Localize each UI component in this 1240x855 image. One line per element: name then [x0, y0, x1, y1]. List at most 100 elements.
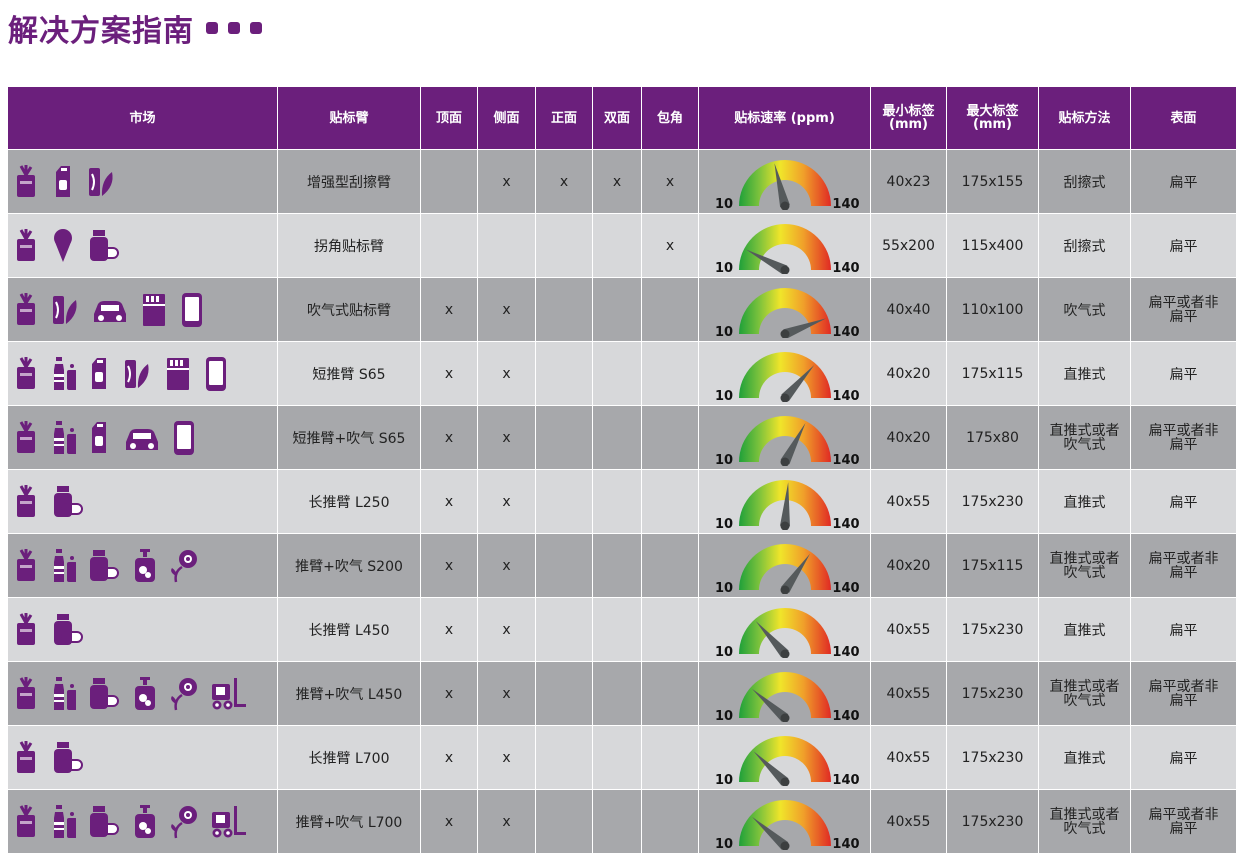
gauge-arc	[738, 607, 831, 654]
header-side: 侧面	[477, 87, 536, 150]
table-row: 推臂+吹气 L700 x x 10 140 40x55 175x230 直推式或者 吹气式 扁平或…	[7, 789, 1237, 853]
max-label-size: 175x230	[946, 789, 1039, 853]
gauge-max-label: 140	[832, 645, 859, 658]
pill-bottle-icon	[54, 741, 83, 773]
food-icon	[17, 740, 35, 773]
side-mark: x	[477, 725, 536, 790]
surface-value: 扁平或者非 扁平	[1130, 405, 1237, 470]
wrap-mark	[641, 469, 699, 534]
front-mark	[535, 789, 593, 853]
gauge-min-label: 10	[714, 773, 732, 786]
speed-cell: 10 140	[698, 149, 871, 214]
pill-bottle-icon	[90, 677, 119, 709]
gauge-arc	[738, 799, 831, 846]
header-front: 正面	[535, 87, 593, 150]
gauge-max-label: 140	[832, 837, 859, 850]
gauge-max-label: 140	[832, 517, 859, 530]
side-mark: x	[477, 597, 536, 662]
method-value: 直推式或者 吹气式	[1038, 405, 1131, 470]
front-mark	[535, 341, 593, 406]
header-surface: 表面	[1130, 87, 1237, 150]
surface-value: 扁平或者非 扁平	[1130, 533, 1237, 598]
surface-value: 扁平或者非 扁平	[1130, 789, 1237, 853]
front-mark	[535, 405, 593, 470]
table-row: 拐角贴标臂 x 10 140 55x200 115x400 刮擦式 扁平	[7, 213, 1237, 278]
forklift-icon	[212, 805, 246, 837]
flower-icon	[171, 677, 197, 710]
speed-cell: 10 140	[698, 725, 871, 790]
top-mark	[420, 213, 478, 278]
top-mark: x	[420, 277, 478, 342]
food-icon	[17, 484, 35, 517]
pill-bottle-icon	[54, 613, 83, 645]
market-icons	[9, 407, 277, 470]
min-label-size: 40x55	[870, 725, 947, 790]
arm-name: 长推臂 L700	[277, 725, 421, 790]
gauge-min-label: 10	[714, 325, 732, 338]
top-mark: x	[420, 405, 478, 470]
cigarette-pack-icon	[143, 293, 165, 326]
min-label-size: 40x20	[870, 341, 947, 406]
market-cell	[7, 341, 278, 406]
speed-cell: 10 140	[698, 341, 871, 406]
header-market: 市场	[7, 87, 278, 150]
food-icon	[17, 420, 35, 453]
surface-value: 扁平	[1130, 597, 1237, 662]
top-mark: x	[420, 789, 478, 853]
cosmetics-leaf-icon	[125, 359, 149, 388]
max-label-size: 110x100	[946, 277, 1039, 342]
side-mark: x	[477, 533, 536, 598]
method-value: 直推式	[1038, 341, 1131, 406]
arm-name: 推臂+吹气 S200	[277, 533, 421, 598]
double-mark	[592, 341, 642, 406]
method-line: 吹气式	[1063, 436, 1106, 453]
method-line: 吹气式	[1063, 692, 1106, 709]
gauge-max-label: 140	[832, 709, 859, 722]
header-speed: 贴标速率 (ppm)	[698, 87, 871, 150]
bottles-icon	[54, 676, 76, 710]
double-mark: x	[592, 149, 642, 214]
table-header-row: 市场 贴标臂 顶面 侧面 正面 双面 包角 贴标速率 (ppm) 最小标签 (mm…	[7, 87, 1237, 150]
top-mark: x	[420, 341, 478, 406]
market-cell	[7, 533, 278, 598]
table-row: 短推臂+吹气 S65 x x 10 140 40x20 175x80 直推式或者 吹气式 扁平或者…	[7, 405, 1237, 470]
page-header: 解决方案指南	[8, 8, 262, 49]
market-icons	[9, 535, 277, 598]
market-cell	[7, 277, 278, 342]
max-label-size: 175x115	[946, 341, 1039, 406]
pill-bottle-icon	[90, 229, 119, 261]
min-label-size: 40x55	[870, 469, 947, 534]
bottles-icon	[54, 420, 76, 454]
max-label-size: 175x230	[946, 725, 1039, 790]
double-mark	[592, 469, 642, 534]
market-cell	[7, 725, 278, 790]
wrap-mark	[641, 725, 699, 790]
double-mark	[592, 661, 642, 726]
gauge-min-label: 10	[714, 837, 732, 850]
speed-gauge: 10 140	[714, 607, 859, 658]
arm-name: 短推臂 S65	[277, 341, 421, 406]
speed-gauge: 10 140	[714, 415, 859, 466]
gauge-min-label: 10	[714, 197, 732, 210]
front-mark: x	[535, 149, 593, 214]
gauge-arc	[738, 351, 831, 398]
arm-name: 推臂+吹气 L450	[277, 661, 421, 726]
speed-gauge: 10 140	[714, 479, 859, 530]
min-label-size: 40x55	[870, 597, 947, 662]
double-mark	[592, 405, 642, 470]
max-label-size: 175x230	[946, 597, 1039, 662]
header-top: 顶面	[420, 87, 478, 150]
gauge-arc	[738, 287, 831, 334]
wrap-mark: x	[641, 149, 699, 214]
side-mark	[477, 213, 536, 278]
speed-cell: 10 140	[698, 469, 871, 534]
food-icon	[17, 356, 35, 389]
arm-name: 短推臂+吹气 S65	[277, 405, 421, 470]
double-mark	[592, 213, 642, 278]
speed-cell: 10 140	[698, 533, 871, 598]
market-icons	[9, 599, 277, 662]
header-double: 双面	[592, 87, 642, 150]
market-cell	[7, 789, 278, 853]
gauge-max-label: 140	[832, 325, 859, 338]
double-mark	[592, 725, 642, 790]
